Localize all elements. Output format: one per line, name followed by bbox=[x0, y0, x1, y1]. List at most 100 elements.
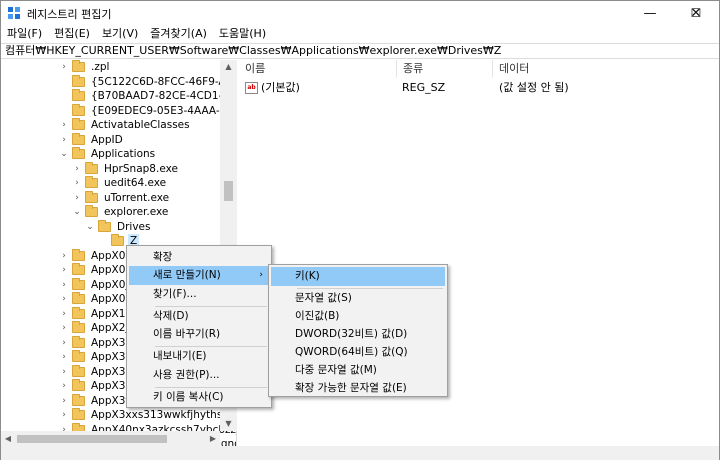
folder-icon bbox=[72, 103, 85, 116]
ctx-permissions[interactable]: 사용 권한(P)... bbox=[129, 366, 269, 385]
menu-help[interactable]: 도움말(H) bbox=[213, 25, 272, 42]
tree-node-label: {B70BAAD7-82CE-4CD1-A486 bbox=[91, 90, 237, 102]
tree-node-label: explorer.exe bbox=[104, 206, 169, 218]
tree-node[interactable]: {5C122C6D-8FCC-46F9-AAB7 bbox=[59, 74, 237, 89]
tree-node[interactable]: › .zpl bbox=[59, 60, 111, 74]
submenu-new-binary[interactable]: 이진값(B) bbox=[271, 307, 445, 326]
ctx-export[interactable]: 내보내기(E) bbox=[129, 347, 269, 366]
tree-node[interactable]: › uTorrent.exe bbox=[72, 190, 171, 205]
folder-icon bbox=[72, 379, 85, 391]
submenu-new-key[interactable]: 키(K) bbox=[271, 267, 445, 286]
expand-arrow-icon[interactable]: › bbox=[59, 307, 69, 321]
expand-arrow-icon[interactable]: › bbox=[59, 408, 69, 422]
tree-node[interactable]: ⌄ Drives bbox=[85, 219, 152, 234]
scroll-right-arrow-icon[interactable]: ▶ bbox=[206, 431, 220, 446]
collapse-arrow-icon[interactable]: ⌄ bbox=[59, 147, 69, 161]
folder-icon bbox=[85, 176, 98, 188]
tree-node[interactable]: ⌄ Applications bbox=[59, 147, 157, 161]
folder-icon bbox=[72, 263, 85, 275]
folder-icon bbox=[72, 277, 85, 290]
expand-arrow-icon[interactable]: › bbox=[59, 336, 69, 350]
tree-node[interactable]: › AppID bbox=[59, 132, 125, 147]
folder-icon bbox=[98, 219, 111, 232]
column-header-name[interactable]: 이름 bbox=[239, 60, 397, 78]
tree-node-label: uTorrent.exe bbox=[104, 191, 170, 204]
folder-icon bbox=[72, 306, 85, 319]
folder-icon bbox=[72, 248, 85, 261]
h-scroll-thumb[interactable] bbox=[17, 435, 167, 443]
expand-arrow-icon[interactable]: › bbox=[59, 350, 69, 364]
tree-node-label: {5C122C6D-8FCC-46F9-AAB7 bbox=[91, 75, 237, 88]
expand-arrow-icon[interactable]: › bbox=[59, 379, 69, 393]
folder-icon bbox=[72, 321, 85, 333]
folder-icon bbox=[85, 161, 98, 174]
folder-icon bbox=[111, 234, 124, 246]
tree-node-label: Drives bbox=[117, 220, 151, 233]
submenu-new-dword[interactable]: DWORD(32비트) 값(D) bbox=[271, 325, 445, 344]
expand-arrow-icon[interactable]: › bbox=[59, 394, 69, 408]
tree-node-label: uedit64.exe bbox=[104, 177, 167, 189]
minimize-button[interactable]: — bbox=[627, 1, 673, 25]
folder-icon bbox=[72, 350, 85, 362]
ctx-expand[interactable]: 확장 bbox=[129, 248, 269, 267]
tree-node[interactable]: › AppX3xxs313wwkfjhythsb8q4 bbox=[59, 408, 237, 422]
submenu-new-qword[interactable]: QWORD(64비트) 값(Q) bbox=[271, 343, 445, 362]
submenu-arrow-icon: › bbox=[259, 270, 263, 280]
tree-node[interactable]: › uedit64.exe bbox=[72, 176, 168, 190]
submenu-new-expandable-string[interactable]: 확장 가능한 문자열 값(E) bbox=[271, 379, 445, 398]
folder-icon bbox=[85, 205, 98, 217]
tree-node-label: Applications bbox=[91, 148, 156, 160]
menu-file[interactable]: 파일(F) bbox=[1, 25, 48, 42]
expand-arrow-icon[interactable]: › bbox=[59, 249, 69, 263]
ctx-new[interactable]: 새로 만들기(N) › bbox=[129, 266, 269, 285]
context-menu: 확장 새로 만들기(N) › 찾기(F)... 삭제(D) 이름 바꾸기(R) … bbox=[126, 245, 272, 408]
folder-icon bbox=[72, 74, 85, 87]
tree-node[interactable]: ⌄ explorer.exe bbox=[72, 205, 170, 219]
tree-node[interactable]: {E09EDEC9-05E3-4AAA-9554- bbox=[59, 103, 236, 118]
column-header-data[interactable]: 데이터 bbox=[493, 60, 693, 78]
column-header-type[interactable]: 종류 bbox=[397, 60, 493, 78]
scroll-left-arrow-icon[interactable]: ◀ bbox=[1, 431, 15, 446]
expand-arrow-icon[interactable]: › bbox=[59, 292, 69, 306]
collapse-arrow-icon[interactable]: ⌄ bbox=[72, 205, 82, 219]
ctx-rename[interactable]: 이름 바꾸기(R) bbox=[129, 325, 269, 344]
expand-arrow-icon[interactable]: › bbox=[59, 321, 69, 335]
expand-arrow-icon[interactable]: › bbox=[59, 60, 69, 74]
menu-edit[interactable]: 편집(E) bbox=[48, 25, 96, 42]
tree-node-label: AppX3xxs313wwkfjhythsb8q4 bbox=[91, 409, 237, 421]
close-button[interactable]: ✕ bbox=[673, 1, 719, 25]
expand-arrow-icon[interactable]: › bbox=[72, 191, 82, 205]
expand-arrow-icon[interactable]: › bbox=[72, 176, 82, 190]
folder-icon bbox=[72, 292, 85, 304]
folder-icon bbox=[72, 408, 85, 420]
scroll-up-arrow-icon[interactable]: ▲ bbox=[220, 60, 237, 74]
folder-icon bbox=[72, 335, 85, 348]
folder-icon bbox=[72, 118, 85, 130]
submenu-new-multi-string[interactable]: 다중 문자열 값(M) bbox=[271, 361, 445, 380]
address-bar[interactable]: 컴퓨터₩HKEY_CURRENT_USER₩Software₩Classes₩A… bbox=[1, 43, 719, 59]
collapse-arrow-icon[interactable]: ⌄ bbox=[85, 220, 95, 234]
ctx-delete[interactable]: 삭제(D) bbox=[129, 307, 269, 326]
expand-arrow-icon[interactable]: › bbox=[59, 133, 69, 147]
expand-arrow-icon[interactable]: › bbox=[59, 365, 69, 379]
tree-node[interactable]: › ActivatableClasses bbox=[59, 118, 192, 132]
expand-arrow-icon[interactable]: › bbox=[59, 278, 69, 292]
submenu-new-string[interactable]: 문자열 값(S) bbox=[271, 289, 445, 308]
menu-bar: 파일(F) 편집(E) 보기(V) 즐겨찾기(A) 도움말(H) bbox=[1, 25, 719, 42]
title-bar: 레지스트리 편집기 — ☐ bbox=[1, 1, 719, 25]
tree-horizontal-scrollbar[interactable]: ◀ ▶ bbox=[1, 431, 220, 446]
menu-view[interactable]: 보기(V) bbox=[96, 25, 144, 42]
expand-arrow-icon[interactable]: › bbox=[72, 162, 82, 176]
expand-arrow-icon[interactable]: › bbox=[59, 263, 69, 277]
scroll-down-arrow-icon[interactable]: ▼ bbox=[220, 417, 237, 431]
ctx-find[interactable]: 찾기(F)... bbox=[129, 285, 269, 304]
menu-favorites[interactable]: 즐겨찾기(A) bbox=[144, 25, 213, 42]
ctx-copy-key-name[interactable]: 키 이름 복사(C) bbox=[129, 388, 269, 407]
folder-icon bbox=[72, 147, 85, 159]
expand-arrow-icon[interactable]: › bbox=[59, 118, 69, 132]
tree-node[interactable]: {B70BAAD7-82CE-4CD1-A486 bbox=[59, 89, 237, 103]
value-name[interactable]: (기본값) bbox=[261, 80, 300, 96]
tree-node-label: .zpl bbox=[91, 61, 110, 73]
scroll-thumb[interactable] bbox=[224, 181, 233, 201]
tree-node[interactable]: › HprSnap8.exe bbox=[72, 161, 180, 176]
